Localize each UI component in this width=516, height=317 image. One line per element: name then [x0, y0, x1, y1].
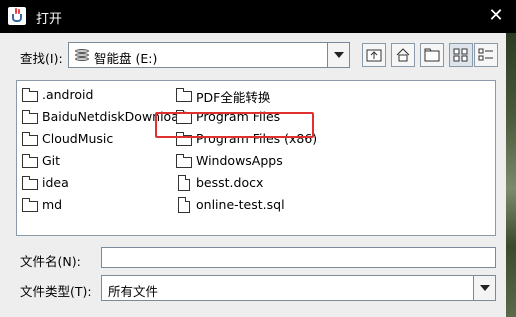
- folder-icon: [21, 110, 39, 124]
- folder-icon: [21, 198, 39, 212]
- folder-icon: [175, 154, 193, 168]
- item-label: besst.docx: [196, 175, 264, 190]
- list-view-icon: [453, 48, 468, 62]
- chevron-down-icon[interactable]: [473, 276, 495, 300]
- file-list[interactable]: .android BaiduNetdiskDownload CloudMusic…: [16, 80, 496, 236]
- up-one-level-icon: [366, 49, 382, 62]
- look-in-label: 查找(I):: [20, 51, 63, 66]
- desktop-background: [506, 33, 516, 317]
- java-app-icon: [8, 7, 26, 25]
- item-label: md: [42, 197, 63, 212]
- chevron-down-icon[interactable]: [327, 43, 349, 67]
- file-type-combo[interactable]: 所有文件: [101, 275, 496, 301]
- item-label: WindowsApps: [196, 153, 283, 168]
- open-file-dialog: 打开 ✕ 查找(I): 智能盘 (E:) .android BaiduNetdi…: [0, 0, 516, 317]
- new-folder-icon: [424, 48, 440, 62]
- home-icon: [396, 48, 410, 62]
- up-one-level-button[interactable]: [362, 43, 386, 67]
- title-bar: 打开 ✕: [0, 0, 516, 33]
- folder-icon: [21, 154, 39, 168]
- drive-icon: [75, 49, 89, 62]
- home-button[interactable]: [391, 43, 415, 67]
- item-label: online-test.sql: [196, 197, 285, 212]
- item-label: PDF全能转换: [196, 90, 271, 105]
- item-label: idea: [42, 175, 69, 190]
- file-icon: [175, 175, 193, 191]
- look-in-combo[interactable]: 智能盘 (E:): [68, 42, 350, 68]
- file-type-value: 所有文件: [108, 284, 159, 299]
- folder-icon: [175, 88, 193, 102]
- new-folder-button[interactable]: [420, 43, 444, 67]
- highlight-annotation: [155, 112, 314, 138]
- window-title: 打开: [36, 12, 63, 27]
- file-name-input[interactable]: [101, 247, 496, 268]
- folder-icon: [21, 176, 39, 190]
- folder-icon: [21, 88, 39, 102]
- details-view-button[interactable]: [474, 43, 498, 67]
- list-view-button[interactable]: [449, 43, 473, 67]
- item-label: .android: [42, 87, 94, 102]
- look-in-value: 智能盘 (E:): [94, 51, 158, 66]
- folder-icon: [21, 132, 39, 146]
- file-name-label: 文件名(N):: [20, 254, 81, 269]
- details-view-icon: [478, 48, 493, 61]
- item-label: CloudMusic: [42, 131, 114, 146]
- file-type-label: 文件类型(T):: [20, 284, 92, 299]
- file-icon: [175, 197, 193, 213]
- item-label: Git: [42, 153, 61, 168]
- close-button[interactable]: ✕: [486, 6, 506, 26]
